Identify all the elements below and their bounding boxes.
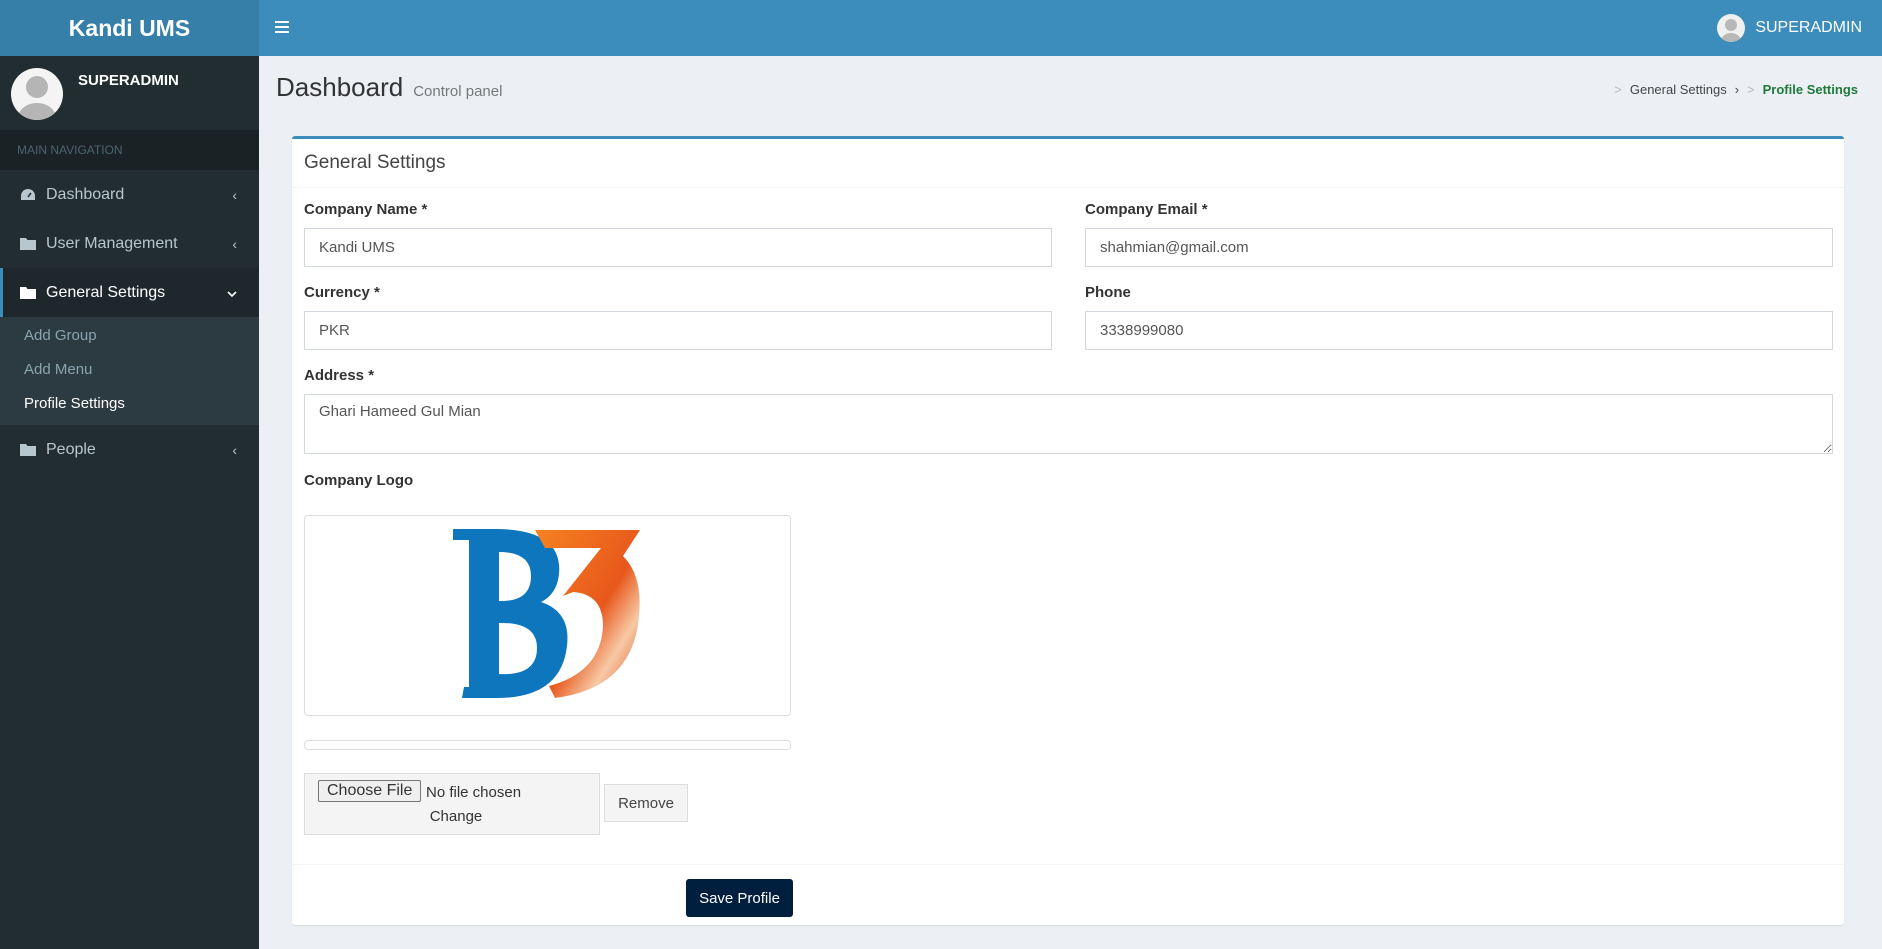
sidebar-item-add-menu[interactable]: Add Menu — [0, 353, 259, 387]
save-profile-button[interactable]: Save Profile — [686, 879, 793, 917]
nav-section-header: MAIN NAVIGATION — [0, 130, 259, 170]
user-panel: SUPERADMIN — [0, 56, 259, 130]
user-menu[interactable]: SUPERADMIN — [1717, 14, 1862, 42]
company-name-label: Company Name * — [304, 201, 428, 218]
sidebar-user-name: SUPERADMIN — [78, 72, 179, 89]
sidebar-item-user-management[interactable]: User Management ‹ — [0, 219, 259, 268]
sidebar-item-people[interactable]: People ‹ — [0, 425, 259, 474]
box-title: General Settings — [292, 139, 1844, 188]
currency-label: Currency * — [304, 284, 380, 301]
phone-label: Phone — [1085, 284, 1131, 301]
sidebar-item-general-settings[interactable]: General Settings — [0, 268, 259, 317]
dashboard-icon — [20, 188, 46, 202]
breadcrumb-parent[interactable]: General Settings — [1630, 82, 1727, 97]
sidebar-item-dashboard[interactable]: Dashboard ‹ — [0, 170, 259, 219]
company-email-label: Company Email * — [1085, 201, 1208, 218]
company-logo-label: Company Logo — [304, 472, 414, 489]
choose-file-button[interactable]: Choose File — [318, 780, 422, 802]
remove-button[interactable]: Remove — [604, 784, 688, 822]
folder-icon — [20, 286, 46, 299]
upload-progress-bar — [304, 740, 791, 750]
change-label[interactable]: Change — [426, 808, 486, 825]
company-email-input[interactable] — [1085, 228, 1833, 267]
chevron-left-icon: ‹ — [232, 187, 237, 203]
breadcrumb-separator: > — [1614, 82, 1622, 97]
company-name-input[interactable] — [304, 228, 1052, 267]
avatar — [1717, 14, 1746, 42]
sidebar: SUPERADMIN MAIN NAVIGATION Dashboard ‹ U… — [0, 56, 259, 949]
page-subtitle: Control panel — [413, 83, 503, 100]
file-upload-control: Choose File No file chosen Change — [304, 773, 600, 835]
folder-icon — [20, 443, 46, 456]
page-title: Dashboard — [276, 72, 404, 102]
sidebar-item-add-group[interactable]: Add Group — [0, 319, 259, 353]
settings-box: General Settings Company Name * Company … — [292, 136, 1844, 925]
sidebar-item-label: Dashboard — [46, 185, 125, 203]
company-logo-image — [453, 529, 640, 698]
file-status-text: No file chosen — [426, 784, 522, 801]
breadcrumb-separator: > — [1747, 82, 1755, 97]
avatar — [11, 68, 63, 120]
breadcrumb-current: Profile Settings — [1762, 82, 1858, 97]
sidebar-item-label: User Management — [46, 234, 178, 252]
sidebar-item-label: General Settings — [46, 283, 166, 301]
top-navbar: SUPERADMIN — [259, 0, 1882, 56]
chevron-right-icon: › — [1734, 82, 1740, 97]
chevron-down-icon — [227, 285, 237, 301]
box-footer-divider — [292, 864, 1844, 865]
content-header: Dashboard Control panel — [276, 72, 502, 103]
breadcrumb: > General Settings › > Profile Settings — [1614, 82, 1858, 97]
address-label: Address * — [304, 367, 375, 384]
sidebar-item-profile-settings[interactable]: Profile Settings — [0, 387, 259, 421]
chevron-left-icon: ‹ — [232, 236, 237, 252]
logo-preview — [304, 515, 791, 716]
address-textarea[interactable]: Ghari Hameed Gul Mian — [304, 394, 1833, 454]
currency-input[interactable] — [304, 311, 1052, 350]
folder-icon — [20, 237, 46, 250]
sidebar-toggle-icon[interactable] — [275, 18, 293, 38]
general-settings-submenu: Add Group Add Menu Profile Settings — [0, 317, 259, 425]
sidebar-item-label: People — [46, 440, 96, 458]
app-logo[interactable]: Kandi UMS — [0, 0, 259, 56]
chevron-left-icon: ‹ — [232, 442, 237, 458]
phone-input[interactable] — [1085, 311, 1833, 350]
user-name: SUPERADMIN — [1755, 19, 1862, 36]
